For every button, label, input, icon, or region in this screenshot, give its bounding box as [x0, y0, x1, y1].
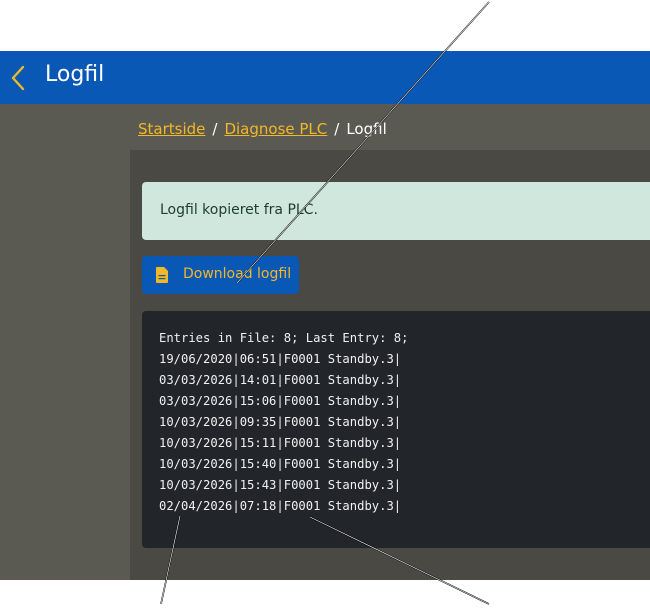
breadcrumb-link-startside[interactable]: Startside	[138, 120, 205, 138]
app-header: Logfil	[0, 51, 650, 104]
download-button-label: Download logfil	[183, 266, 292, 282]
breadcrumb-link-diagnose-plc[interactable]: Diagnose PLC	[224, 120, 327, 138]
log-line: 03/03/2026|14:01|F0001 Standby.3|	[159, 373, 402, 387]
log-line: 03/03/2026|15:06|F0001 Standby.3|	[159, 394, 402, 408]
download-logfile-button[interactable]: Download logfil	[142, 256, 299, 294]
page-title: Logfil	[45, 62, 105, 87]
log-line: 10/03/2026|15:40|F0001 Standby.3|	[159, 457, 402, 471]
log-line: 19/06/2020|06:51|F0001 Standby.3|	[159, 352, 402, 366]
alert-message: Logfil kopieret fra PLC.	[160, 202, 318, 218]
chevron-left-icon[interactable]	[8, 64, 30, 92]
content-panel: Logfil kopieret fra PLC. Download logfil…	[130, 150, 650, 580]
log-line: Entries in File: 8; Last Entry: 8;	[159, 331, 409, 345]
breadcrumb-current: Logfil	[346, 120, 387, 138]
log-text: Entries in File: 8; Last Entry: 8; 19/06…	[159, 328, 408, 517]
log-output: Entries in File: 8; Last Entry: 8; 19/06…	[142, 311, 650, 548]
success-alert: Logfil kopieret fra PLC.	[142, 182, 650, 240]
log-line: 10/03/2026|15:11|F0001 Standby.3|	[159, 436, 402, 450]
breadcrumb-separator: /	[212, 120, 218, 138]
breadcrumb: Startside / Diagnose PLC / Logfil	[138, 120, 387, 138]
log-line: 10/03/2026|09:35|F0001 Standby.3|	[159, 415, 402, 429]
breadcrumb-separator: /	[334, 120, 340, 138]
log-line: 02/04/2026|07:18|F0001 Standby.3|	[159, 499, 402, 513]
main-content: Startside / Diagnose PLC / Logfil Logfil kop…	[0, 104, 650, 580]
log-line: 10/03/2026|15:43|F0001 Standby.3|	[159, 478, 402, 492]
document-icon	[156, 267, 168, 283]
